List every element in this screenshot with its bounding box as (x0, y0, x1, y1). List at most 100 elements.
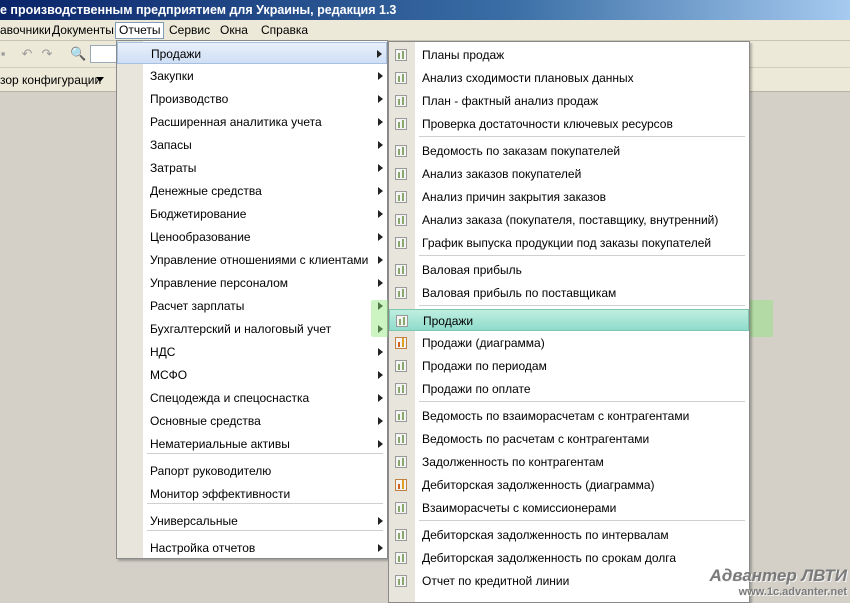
sales-submenu-item[interactable]: Ведомость по расчетам с контрагентами (389, 428, 749, 450)
submenu-arrow-icon (378, 164, 383, 172)
sales-submenu-item[interactable]: Ведомость по заказам покупателей (389, 140, 749, 162)
reports-menu-item[interactable]: Ценообразование (117, 226, 387, 248)
reports-menu-item[interactable]: МСФО (117, 364, 387, 386)
search-icon[interactable]: 🔍 (70, 47, 86, 61)
menu-directories[interactable]: авочники (0, 22, 54, 39)
submenu-arrow-icon (378, 279, 383, 287)
submenu-item-label: Продажи по периодам (422, 359, 547, 373)
submenu-item-label: Анализ заказа (покупателя, поставщику, в… (422, 213, 719, 227)
sales-submenu-item[interactable]: Анализ причин закрытия заказов (389, 186, 749, 208)
menu-reports[interactable]: Отчеты (115, 22, 165, 39)
reports-menu-item[interactable]: Управление персоналом (117, 272, 387, 294)
reports-menu-item[interactable]: Рапорт руководителю (117, 460, 387, 482)
report-icon (395, 502, 407, 514)
reports-menu-item[interactable]: Бюджетирование (117, 203, 387, 225)
sales-submenu-item[interactable]: Дебиторская задолженность (диаграмма) (389, 474, 749, 496)
sales-submenu-item[interactable]: Дебиторская задолженность по интервалам (389, 524, 749, 546)
menu-help[interactable]: Справка (258, 22, 311, 39)
submenu-arrow-icon (378, 72, 383, 80)
sales-submenu-item[interactable]: Задолженность по контрагентам (389, 451, 749, 473)
sales-submenu-item[interactable]: Дебиторская задолженность по срокам долг… (389, 547, 749, 569)
forward-arrow-icon[interactable]: ↷ (40, 47, 54, 61)
submenu-arrow-icon (378, 544, 383, 552)
reports-menu-item[interactable]: Управление отношениями с клиентами (117, 249, 387, 271)
submenu-item-label: График выпуска продукции под заказы поку… (422, 236, 712, 250)
report-icon (395, 575, 407, 587)
submenu-item-label: Дебиторская задолженность по интервалам (422, 528, 669, 542)
reports-menu-item[interactable]: Расчет зарплаты (117, 295, 387, 317)
reports-menu-item[interactable]: Расширенная аналитика учета (117, 111, 387, 133)
reports-menu-item[interactable]: Универсальные (117, 510, 387, 532)
report-icon (395, 433, 407, 445)
report-icon (395, 360, 407, 372)
submenu-arrow-icon (378, 348, 383, 356)
sales-submenu-item[interactable]: Проверка достаточности ключевых ресурсов (389, 113, 749, 135)
reports-menu-item[interactable]: Нематериальные активы (117, 433, 387, 455)
submenu-item-label: Отчет по кредитной линии (422, 574, 570, 588)
menu-service[interactable]: Сервис (166, 22, 213, 39)
submenu-item-label: Анализ причин закрытия заказов (422, 190, 607, 204)
sales-submenu-item[interactable]: Валовая прибыль по поставщикам (389, 282, 749, 304)
menu-item-label: Продажи (151, 47, 202, 61)
menu-item-label: Основные средства (150, 414, 261, 428)
reports-menu: Продажи Закупки Производство Расширенная ан… (116, 40, 388, 559)
reports-menu-item[interactable]: Бухгалтерский и налоговый учет (117, 318, 387, 340)
sales-submenu-item[interactable]: Анализ сходимости плановых данных (389, 67, 749, 89)
submenu-item-label: Дебиторская задолженность по срокам долг… (422, 551, 677, 565)
menu-item-label: Бухгалтерский и налоговый учет (150, 322, 332, 336)
menu-item-label: Бюджетирование (150, 207, 247, 221)
title-bar: е производственным предприятием для Укра… (0, 0, 850, 20)
submenu-item-label: Задолженность по контрагентам (422, 455, 604, 469)
reports-menu-item[interactable]: НДС (117, 341, 387, 363)
menu-separator (419, 401, 745, 402)
reports-menu-item[interactable]: Денежные средства (117, 180, 387, 202)
submenu-item-label: План - фактный анализ продаж (422, 94, 599, 108)
reports-menu-item[interactable]: Затраты (117, 157, 387, 179)
back-arrow-icon[interactable]: ↶ (20, 47, 34, 61)
dropdown-arrow-icon[interactable] (96, 77, 104, 82)
sales-submenu-item[interactable]: Планы продаж (389, 44, 749, 66)
report-icon (395, 383, 407, 395)
report-icon (395, 529, 407, 541)
submenu-item-label: Анализ заказов покупателей (422, 167, 582, 181)
sales-submenu-item[interactable]: Анализ заказа (покупателя, поставщику, в… (389, 209, 749, 231)
reports-menu-item[interactable]: Запасы (117, 134, 387, 156)
report-icon (395, 287, 407, 299)
reports-menu-item[interactable]: Производство (117, 88, 387, 110)
reports-menu-item[interactable]: Настройка отчетов (117, 537, 387, 559)
sales-submenu-item[interactable]: Продажи (389, 309, 749, 331)
sales-submenu-item[interactable]: Продажи (диаграмма) (389, 332, 749, 354)
menu-separator (419, 136, 745, 137)
menu-item-label: Управление персоналом (150, 276, 289, 290)
sales-submenu-item[interactable]: График выпуска продукции под заказы поку… (389, 232, 749, 254)
submenu-arrow-icon (378, 187, 383, 195)
toolbar-grip-icon: ▪ (0, 46, 6, 61)
submenu-arrow-icon (378, 371, 383, 379)
menu-item-label: Расширенная аналитика учета (150, 115, 322, 129)
submenu-item-label: Продажи (423, 314, 474, 328)
reports-menu-item[interactable]: Спецодежда и спецоснастка (117, 387, 387, 409)
menu-documents[interactable]: Документы (49, 22, 117, 39)
report-icon (395, 118, 407, 130)
sales-submenu-item[interactable]: Анализ заказов покупателей (389, 163, 749, 185)
sales-submenu-item[interactable]: Отчет по кредитной линии (389, 570, 749, 592)
config-overview-label[interactable]: зор конфигурации (0, 73, 101, 87)
report-icon (395, 72, 407, 84)
reports-menu-item[interactable]: Монитор эффективности (117, 483, 387, 505)
menu-item-label: Универсальные (150, 514, 238, 528)
sales-submenu-item[interactable]: Продажи по оплате (389, 378, 749, 400)
sales-submenu-item[interactable]: Валовая прибыль (389, 259, 749, 281)
sales-submenu-item[interactable]: План - фактный анализ продаж (389, 90, 749, 112)
sales-submenu-item[interactable]: Ведомость по взаиморасчетам с контрагент… (389, 405, 749, 427)
submenu-arrow-icon (378, 440, 383, 448)
sales-submenu-item[interactable]: Продажи по периодам (389, 355, 749, 377)
reports-menu-item[interactable]: Продажи (117, 42, 387, 64)
reports-menu-item[interactable]: Закупки (117, 65, 387, 87)
search-input[interactable] (90, 45, 118, 63)
menu-separator (147, 530, 383, 531)
reports-menu-item[interactable]: Основные средства (117, 410, 387, 432)
sales-submenu-item[interactable]: Взаиморасчеты с комиссионерами (389, 497, 749, 519)
menu-windows[interactable]: Окна (217, 22, 251, 39)
report-icon (395, 552, 407, 564)
report-icon (395, 456, 407, 468)
